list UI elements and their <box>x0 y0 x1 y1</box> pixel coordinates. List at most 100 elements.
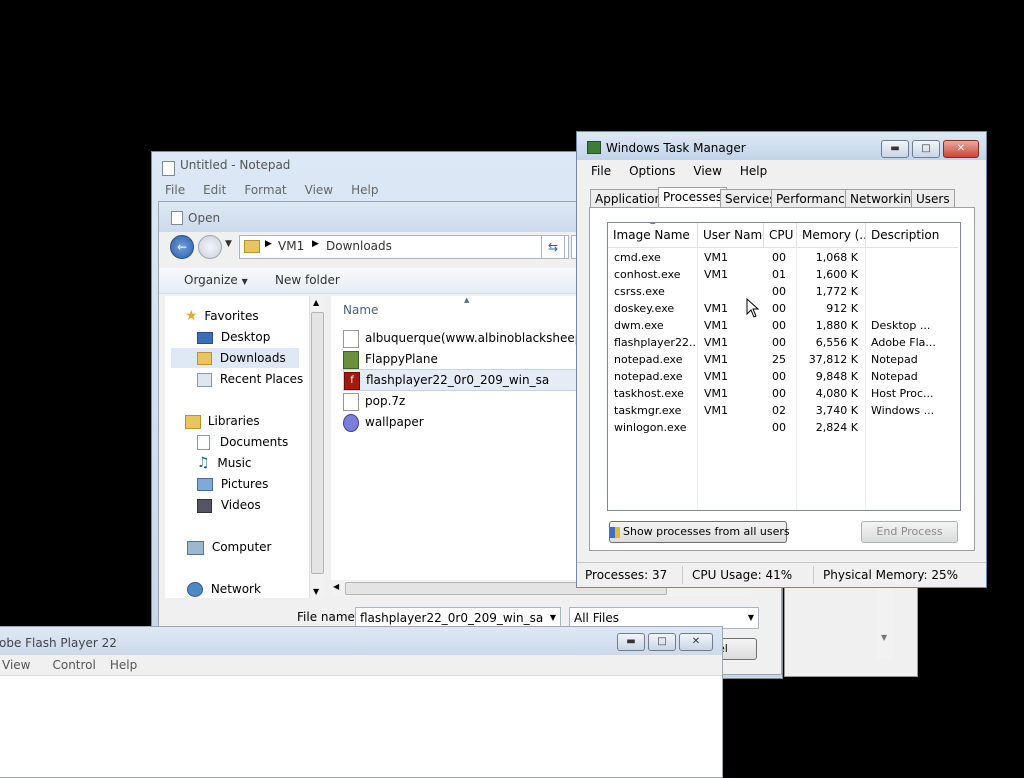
column-header-name[interactable]: Name <box>343 303 378 317</box>
nav-downloads[interactable]: Downloads <box>171 348 299 368</box>
open-dialog-icon <box>171 211 183 225</box>
flash-menu-control[interactable]: Control <box>52 658 95 672</box>
close-button[interactable]: ✕ <box>679 633 713 651</box>
new-folder-button[interactable]: New folder <box>275 273 340 287</box>
notepad-menu-format[interactable]: Format <box>244 183 286 197</box>
image-thumbnail-icon <box>343 350 359 369</box>
show-all-users-button[interactable]: Show processes from all users <box>609 521 790 543</box>
process-desc: Windows ... <box>871 404 935 417</box>
nav-desktop[interactable]: Desktop <box>197 327 270 347</box>
task-manager-menubar: File Options View Help <box>577 160 986 182</box>
column-header-user-name[interactable]: User Name <box>698 223 764 247</box>
scroll-thumb[interactable] <box>311 312 324 574</box>
address-bar[interactable]: ▶ VM1 ▶ Downloads ▼ <box>239 235 569 259</box>
refresh-button[interactable]: ⇆ <box>541 235 565 259</box>
forward-button[interactable] <box>198 235 222 259</box>
column-header-memory[interactable]: Memory (... <box>797 223 866 247</box>
tab-processes[interactable]: Processes <box>658 187 728 209</box>
documents-icon <box>197 435 210 450</box>
background-window-scrollbar[interactable]: ▼ <box>877 581 893 659</box>
nav-desktop-label: Desktop <box>220 330 271 344</box>
process-row[interactable]: winlogon.exe 00 2,824 K <box>608 419 958 436</box>
nav-pictures[interactable]: Pictures <box>197 474 268 494</box>
flash-menu-help[interactable]: Help <box>110 658 137 672</box>
column-header-image-name[interactable]: Image Name <box>608 223 698 247</box>
sort-arrow-icon: ▲ <box>464 296 470 304</box>
back-button[interactable]: ← <box>170 235 194 259</box>
task-manager-window[interactable]: Windows Task Manager ▬ □ ✕ File Options … <box>576 131 987 588</box>
process-row[interactable]: notepad.exe VM1 25 37,812 K Notepad <box>608 351 958 368</box>
organize-button[interactable]: Organize ▼ <box>184 273 248 287</box>
status-divider <box>682 566 683 584</box>
process-row[interactable]: csrss.exe 00 1,772 K <box>608 283 958 300</box>
process-row[interactable]: doskey.exe VM1 00 912 K <box>608 300 958 317</box>
tab-users[interactable]: Users <box>911 189 955 208</box>
tm-menu-file[interactable]: File <box>591 164 611 178</box>
nav-videos-label: Videos <box>220 498 261 512</box>
tm-menu-options[interactable]: Options <box>629 164 675 178</box>
process-name: taskmgr.exe <box>614 404 682 417</box>
minimize-button[interactable]: ▬ <box>617 633 645 651</box>
process-row[interactable]: cmd.exe VM1 00 1,068 K <box>608 249 958 266</box>
nav-computer[interactable]: Computer <box>187 537 271 557</box>
maximize-button[interactable]: □ <box>648 633 676 651</box>
wallpaper-icon <box>343 413 359 432</box>
process-row[interactable]: flashplayer22... VM1 00 6,556 K Adobe Fla... <box>608 334 958 351</box>
breadcrumb-downloads[interactable]: Downloads <box>326 239 392 253</box>
navigation-scrollbar[interactable]: ▲ ▼ <box>309 296 324 598</box>
nav-music[interactable]: ♫ Music <box>197 453 252 473</box>
process-row[interactable]: dwm.exe VM1 00 1,880 K Desktop ... <box>608 317 958 334</box>
task-manager-titlebar[interactable]: Windows Task Manager ▬ □ ✕ <box>577 132 986 160</box>
process-row[interactable]: taskmgr.exe VM1 02 3,740 K Windows ... <box>608 402 958 419</box>
flash-menu-view[interactable]: View <box>2 658 30 672</box>
folder-icon <box>244 240 260 253</box>
column-header-cpu[interactable]: CPU <box>764 223 797 247</box>
flash-titlebar[interactable]: obe Flash Player 22 ▬ □ ✕ <box>0 627 722 655</box>
breadcrumb-vm1[interactable]: VM1 <box>278 239 304 253</box>
recent-pages-chevron-icon[interactable]: ▼ <box>225 239 232 249</box>
nav-favorites[interactable]: ★ Favorites <box>185 306 259 326</box>
process-row[interactable]: taskhost.exe VM1 00 4,080 K Host Proc... <box>608 385 958 402</box>
maximize-button[interactable]: □ <box>912 140 940 158</box>
process-list[interactable]: Image Name User Name CPU Memory (... Des… <box>607 222 961 511</box>
notepad-menu-file[interactable]: File <box>165 183 185 197</box>
task-manager-statusbar: Processes: 37 CPU Usage: 41% Physical Me… <box>577 562 986 587</box>
end-process-button[interactable]: End Process <box>861 521 958 543</box>
file-name-dropdown-icon[interactable]: ▼ <box>550 608 556 628</box>
process-row[interactable]: notepad.exe VM1 00 9,848 K Notepad <box>608 368 958 385</box>
process-name: dwm.exe <box>614 319 664 332</box>
show-all-users-label: Show processes from all users <box>623 525 790 538</box>
status-cpu-usage: CPU Usage: 41% <box>692 568 793 582</box>
nav-documents[interactable]: Documents <box>197 432 288 452</box>
flash-player-window[interactable]: obe Flash Player 22 ▬ □ ✕ View Control H… <box>0 626 723 778</box>
videos-icon <box>197 498 212 513</box>
process-user: VM1 <box>704 353 729 366</box>
scroll-down-icon: ▼ <box>881 633 888 642</box>
process-mem: 1,772 K <box>815 285 858 298</box>
column-label: Memory (... <box>802 228 866 242</box>
column-divider <box>865 247 866 510</box>
nav-network[interactable]: Network <box>187 579 261 598</box>
column-header-description[interactable]: Description <box>866 223 957 247</box>
nav-recent-label: Recent Places <box>219 372 304 386</box>
nav-videos[interactable]: Videos <box>197 495 261 515</box>
close-button[interactable]: ✕ <box>943 140 979 158</box>
background-window[interactable]: ▼ <box>784 580 918 677</box>
column-label: CPU <box>769 228 794 242</box>
process-row[interactable]: conhost.exe VM1 01 1,600 K <box>608 266 958 283</box>
nav-recent-places[interactable]: Recent Places <box>197 369 303 389</box>
process-desc: Host Proc... <box>871 387 934 400</box>
file-name: wallpaper <box>365 415 424 429</box>
nav-libraries[interactable]: Libraries <box>185 411 260 431</box>
tm-menu-help[interactable]: Help <box>740 164 767 178</box>
notepad-menu-help[interactable]: Help <box>351 183 378 197</box>
notepad-menu-edit[interactable]: Edit <box>203 183 226 197</box>
file-type-dropdown-icon[interactable]: ▼ <box>748 608 754 628</box>
tm-menu-view[interactable]: View <box>693 164 721 178</box>
process-list-header: Image Name User Name CPU Memory (... Des… <box>608 223 958 248</box>
file-name: pop.7z <box>365 394 406 408</box>
end-process-label: End Process <box>876 525 943 538</box>
minimize-button[interactable]: ▬ <box>881 140 909 158</box>
notepad-menu-view[interactable]: View <box>305 183 333 197</box>
process-desc: Desktop ... <box>871 319 931 332</box>
